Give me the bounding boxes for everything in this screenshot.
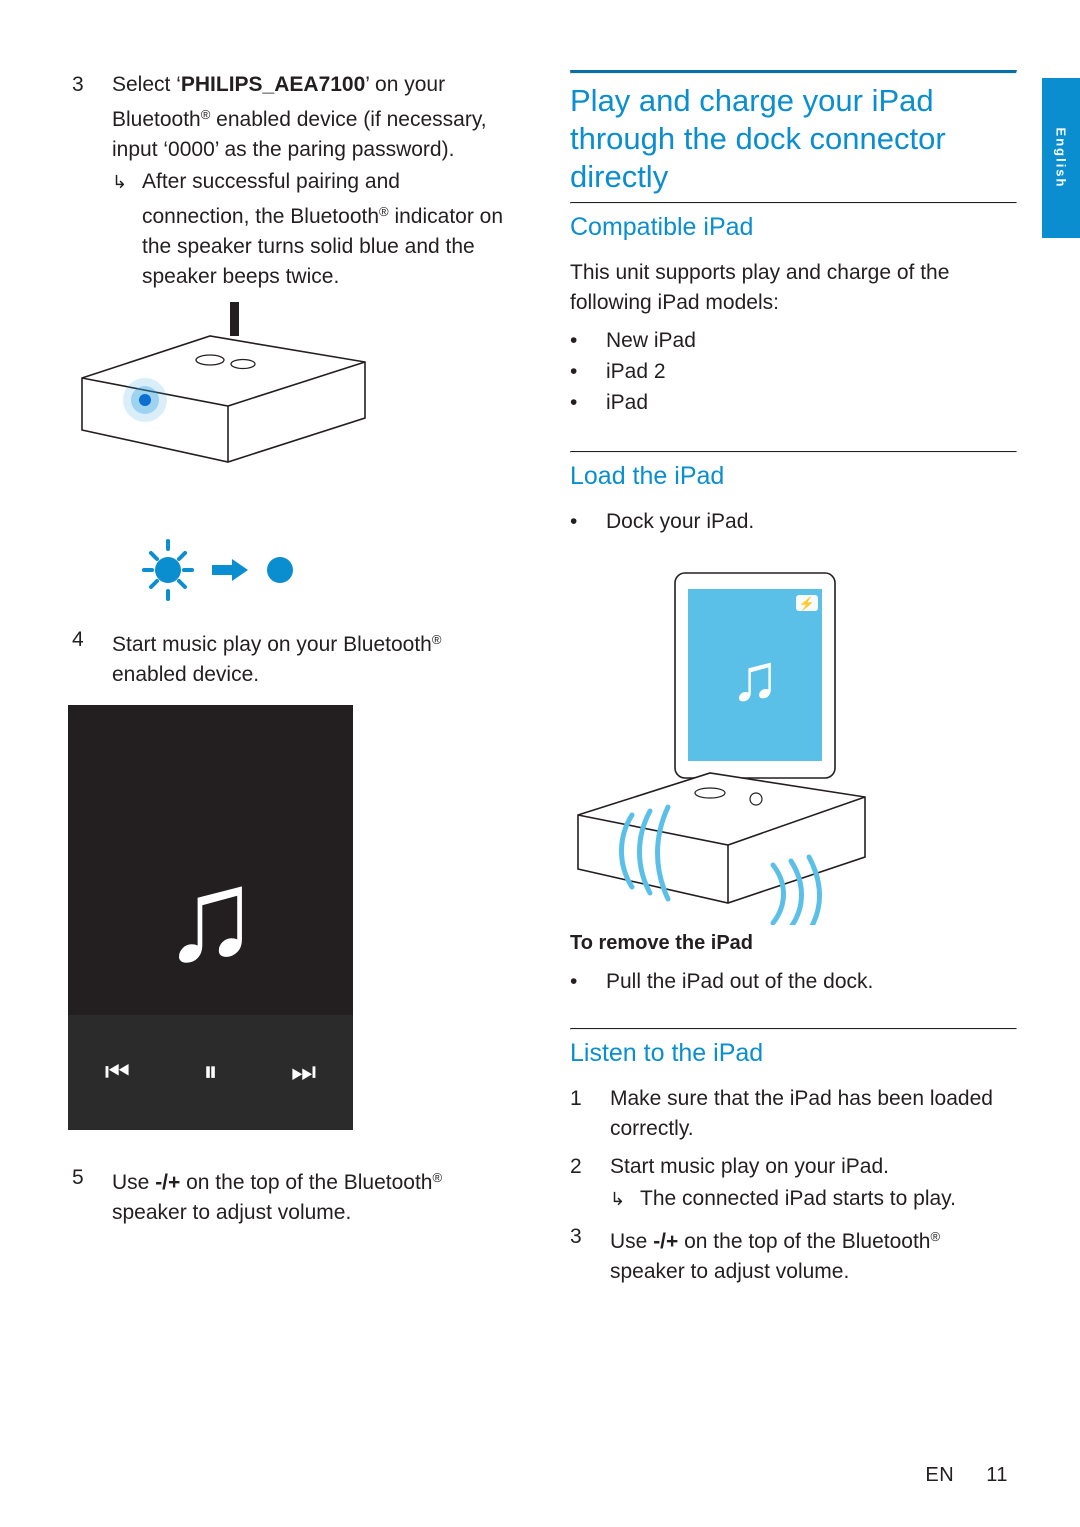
registered-mark-icon: ® (432, 1170, 443, 1185)
registered-mark-icon: ® (379, 204, 389, 220)
speaker-illustration (60, 300, 390, 463)
bullet-icon: • (570, 329, 578, 352)
svg-text:♫: ♫ (730, 640, 780, 714)
listen-step-2: 2 Start music play on your iPad. (570, 1152, 1015, 1182)
pause-icon: ⏸ (203, 1056, 218, 1087)
listen-step-2-substep-text: The connected iPad starts to play. (640, 1187, 956, 1210)
step-5-text: Use -/+ on the top of the Bluetooth® spe… (112, 1163, 512, 1228)
listen-step-3-text: Use -/+ on the top of the Bluetooth® spe… (610, 1222, 1015, 1287)
listen-step-1-text: Make sure that the iPad has been loaded … (610, 1087, 993, 1140)
step-3-substep-text: After successful pairing and connection,… (142, 167, 512, 292)
speaker-svg (81, 302, 366, 463)
step-3-substep: ↳ After successful pairing and connectio… (112, 167, 512, 292)
bullet-icon: • (570, 510, 578, 533)
led-state-figure (140, 535, 310, 605)
player-control-bar: ⏮ ⏸ ⏭ (68, 1015, 353, 1130)
section-rule-load (570, 451, 1017, 453)
ipad-dock-svg: ⚡ ♫ (577, 572, 866, 934)
step-5-text-after: on the top of the Bluetooth (180, 1171, 433, 1195)
manual-page: English 3 Select ‘PHILIPS_AEA7100’ on yo… (0, 0, 1080, 1527)
step-3-device-name: PHILIPS_AEA7100 (180, 73, 366, 96)
svg-text:⚡: ⚡ (799, 596, 815, 612)
section-heading-compatible-ipad: Compatible iPad (570, 213, 754, 241)
registered-mark-icon: ® (930, 1229, 941, 1244)
step-5-volume-keys: -/+ (155, 1171, 181, 1195)
previous-track-icon: ⏮ (104, 1056, 130, 1087)
step-4-number: 4 (72, 628, 84, 651)
listen-step-2-number: 2 (570, 1155, 582, 1178)
bullet-icon: • (570, 391, 578, 414)
section-rule-compatible (570, 202, 1017, 204)
list-item: • New iPad (570, 326, 1015, 356)
footer-language-code: EN (925, 1464, 955, 1486)
list-item: • Pull the iPad out of the dock. (570, 967, 1015, 997)
registered-mark-icon: ® (431, 632, 442, 647)
bullet-icon: • (570, 970, 578, 993)
list-item-label: Dock your iPad. (606, 510, 755, 533)
compatible-ipad-list: • New iPad • iPad 2 • iPad (570, 326, 1015, 418)
listen-step-2-substep: ↳ The connected iPad starts to play. (610, 1184, 1015, 1214)
listen-step-1-number: 1 (570, 1087, 582, 1110)
listen-step-3: 3 Use -/+ on the top of the Bluetooth® s… (570, 1222, 1015, 1287)
language-tab-label: English (1053, 127, 1069, 189)
step-3-substep-text-a: After successful pairing and connection,… (142, 170, 400, 229)
listen-step-2-text: Start music play on your iPad. (610, 1155, 889, 1178)
listen-step-3-number: 3 (570, 1225, 582, 1248)
list-item: • Dock your iPad. (570, 507, 1015, 537)
step-3-text: Select ‘PHILIPS_AEA7100’ on your Bluetoo… (112, 70, 512, 165)
left-column: 3 Select ‘PHILIPS_AEA7100’ on your Bluet… (72, 70, 512, 292)
ipad-docked-on-speaker-illustration: ⚡ ♫ (560, 565, 990, 934)
section-heading-listen-to-the-ipad: Listen to the iPad (570, 1039, 764, 1067)
list-item-label: iPad 2 (606, 360, 666, 383)
listen-step-1: 1 Make sure that the iPad has been loade… (570, 1084, 1015, 1144)
language-tab: English (1042, 78, 1080, 238)
registered-mark-icon: ® (200, 107, 211, 122)
substep-arrow-icon: ↳ (610, 1189, 626, 1209)
step-3-text-before: Select ‘ (112, 73, 181, 96)
page-title: Play and charge your iPad through the do… (570, 83, 946, 194)
listen-step-3-text-after2: speaker to adjust volume. (610, 1260, 850, 1284)
step-5-text-after2: speaker to adjust volume. (112, 1201, 352, 1225)
section-listen-to-the-ipad: Listen to the iPad 1 Make sure that the … (570, 1028, 1017, 1289)
listen-step-3-text-after: on the top of the Bluetooth (678, 1230, 931, 1254)
list-item: • iPad 2 (570, 357, 1015, 387)
music-note-icon: ♫ (161, 842, 260, 988)
compatible-ipad-paragraph: This unit supports play and charge of th… (570, 261, 950, 314)
step-3: 3 Select ‘PHILIPS_AEA7100’ on your Bluet… (72, 70, 512, 165)
substep-arrow-icon: ↳ (112, 172, 128, 193)
page-footer: EN 11 (925, 1464, 1008, 1487)
right-column: Play and charge your iPad through the do… (570, 70, 1017, 537)
list-item: • iPad (570, 388, 1015, 418)
title-rule (570, 70, 1017, 74)
section-rule-listen (570, 1028, 1017, 1030)
listen-step-3-volume-keys: -/+ (653, 1230, 679, 1254)
step-4-text: Start music play on your Bluetooth® enab… (112, 625, 512, 690)
section-load-the-ipad: Load the iPad • Dock your iPad. (570, 451, 1017, 537)
step-4: 4 Start music play on your Bluetooth® en… (72, 625, 512, 692)
subhead-to-remove-the-ipad: To remove the iPad (570, 932, 754, 954)
step-5-text-before: Use (112, 1171, 156, 1195)
list-item-label: iPad (606, 391, 649, 414)
next-track-icon: ⏭ (291, 1056, 317, 1087)
remove-ipad-block: To remove the iPad • Pull the iPad out o… (570, 932, 1015, 997)
list-item-label: Pull the iPad out of the dock. (606, 970, 874, 993)
step-4-text-a: Start music play on your Bluetooth (112, 633, 432, 657)
phone-music-player-illustration: ♫ ⏮ ⏸ ⏭ (68, 705, 353, 1130)
step-5-number: 5 (72, 1166, 84, 1189)
footer-page-number: 11 (986, 1464, 1008, 1486)
section-heading-load-the-ipad: Load the iPad (570, 462, 725, 490)
bullet-icon: • (570, 360, 578, 383)
list-item-label: New iPad (606, 329, 696, 352)
step-4-text-b: enabled device. (112, 663, 260, 687)
listen-step-3-text-before: Use (610, 1230, 654, 1254)
step-5: 5 Use -/+ on the top of the Bluetooth® s… (72, 1163, 512, 1230)
step-3-number: 3 (72, 73, 84, 96)
led-state-svg (142, 539, 293, 601)
